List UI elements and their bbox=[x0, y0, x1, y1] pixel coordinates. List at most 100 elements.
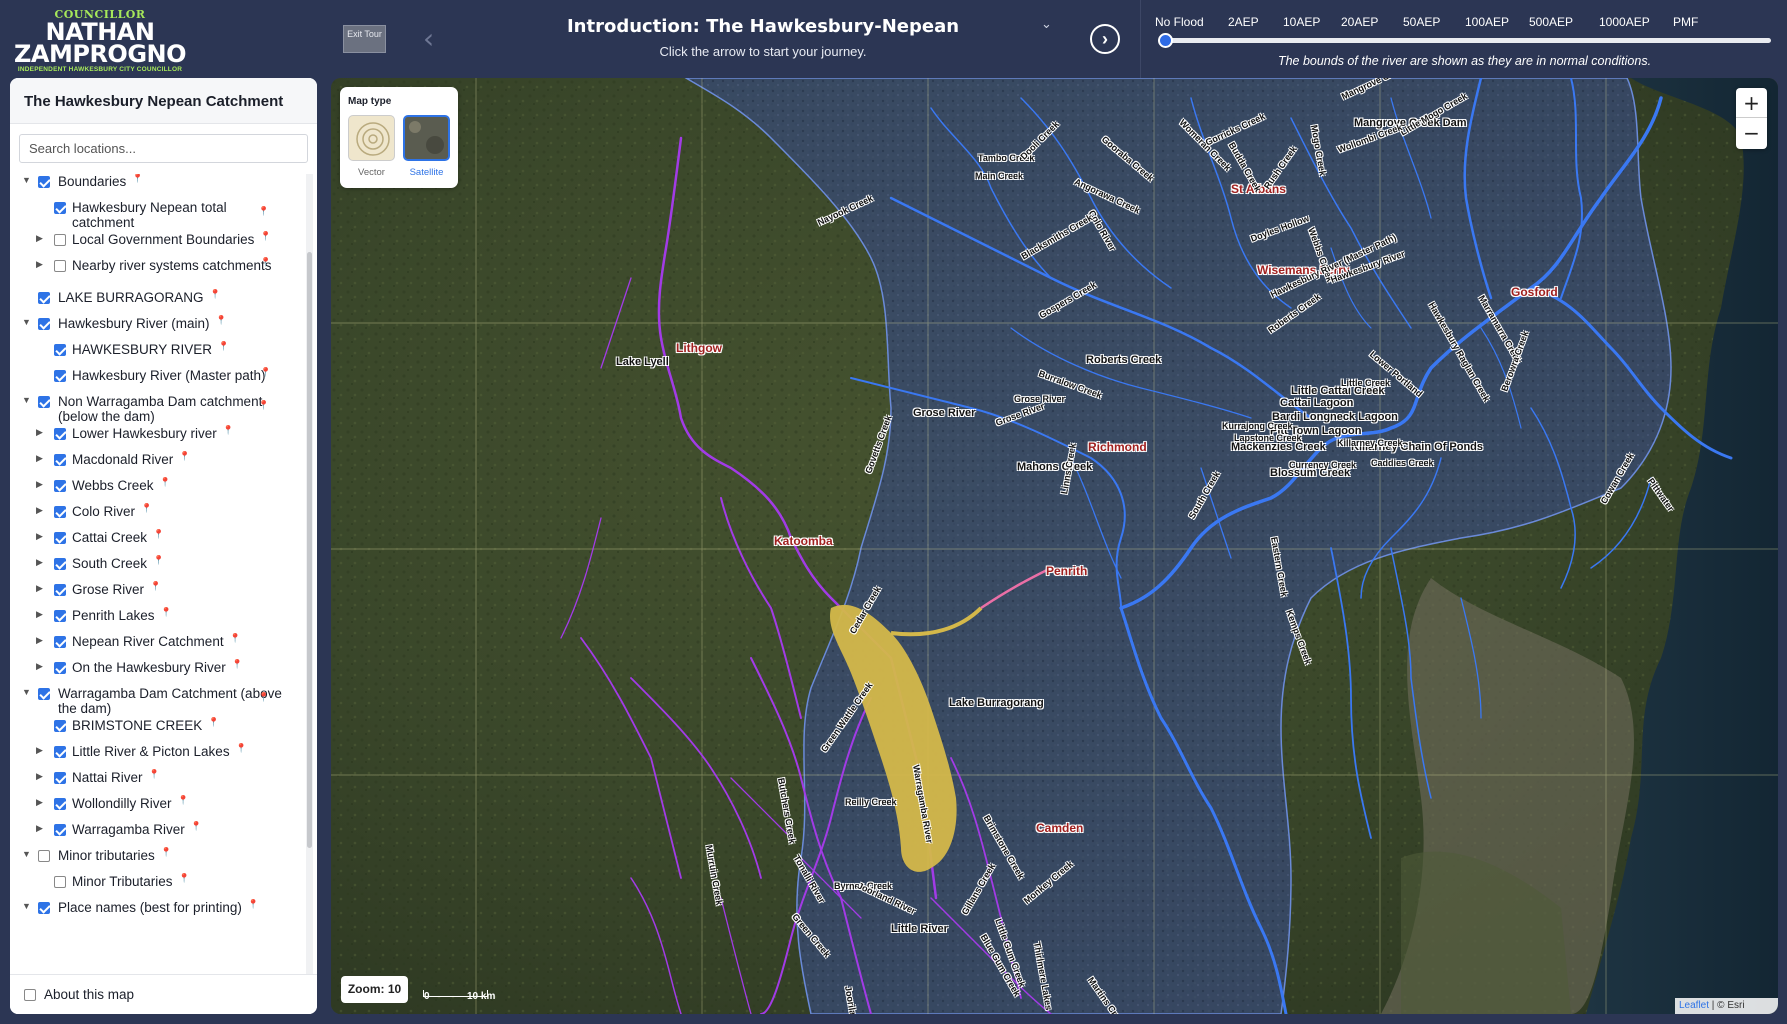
location-pin-icon[interactable]: 📍 bbox=[260, 367, 271, 378]
location-pin-icon[interactable]: 📍 bbox=[178, 795, 189, 806]
layer-checkbox[interactable] bbox=[54, 344, 66, 356]
location-pin-icon[interactable]: 📍 bbox=[258, 206, 269, 217]
zoom-in-button[interactable]: + bbox=[1736, 88, 1767, 118]
location-pin-icon[interactable]: 📍 bbox=[248, 899, 259, 910]
chevron-down-icon[interactable]: ⌄ bbox=[1041, 16, 1052, 32]
layer-checkbox[interactable] bbox=[54, 798, 66, 810]
flood-level-0[interactable]: No Flood bbox=[1155, 15, 1204, 29]
location-pin-icon[interactable]: 📍 bbox=[223, 425, 234, 436]
layer-checkbox[interactable] bbox=[38, 902, 50, 914]
sidebar-scrollbar-thumb[interactable] bbox=[307, 252, 312, 848]
search-input[interactable] bbox=[19, 134, 308, 163]
location-pin-icon[interactable]: 📍 bbox=[153, 555, 164, 566]
about-map-checkbox[interactable] bbox=[24, 989, 36, 1001]
layer-checkbox[interactable] bbox=[54, 636, 66, 648]
layer-checkbox[interactable] bbox=[54, 506, 66, 518]
flood-level-7[interactable]: 1000AEP bbox=[1599, 15, 1650, 29]
expand-right-icon[interactable]: ▶ bbox=[36, 635, 43, 646]
expand-down-icon[interactable]: ▼ bbox=[22, 317, 31, 327]
layer-checkbox[interactable] bbox=[54, 260, 66, 272]
flood-level-8[interactable]: PMF bbox=[1673, 15, 1698, 29]
flood-slider-thumb[interactable] bbox=[1158, 33, 1173, 48]
layer-checkbox[interactable] bbox=[38, 176, 50, 188]
layer-checkbox[interactable] bbox=[54, 234, 66, 246]
location-pin-icon[interactable]: 📍 bbox=[260, 231, 271, 242]
location-pin-icon[interactable]: 📍 bbox=[232, 659, 243, 670]
exit-tour-button[interactable]: Exit Tour bbox=[343, 25, 386, 53]
expand-right-icon[interactable]: ▶ bbox=[36, 259, 43, 270]
expand-down-icon[interactable]: ▼ bbox=[22, 687, 31, 697]
location-pin-icon[interactable]: 📍 bbox=[160, 477, 171, 488]
flood-level-2[interactable]: 10AEP bbox=[1283, 15, 1320, 29]
layer-checkbox[interactable] bbox=[54, 428, 66, 440]
layer-checkbox[interactable] bbox=[54, 558, 66, 570]
expand-right-icon[interactable]: ▶ bbox=[36, 797, 43, 808]
expand-right-icon[interactable]: ▶ bbox=[36, 557, 43, 568]
layer-checkbox[interactable] bbox=[38, 396, 50, 408]
location-pin-icon[interactable]: 📍 bbox=[208, 717, 219, 728]
vector-thumbnail[interactable] bbox=[348, 115, 395, 161]
flood-level-5[interactable]: 100AEP bbox=[1465, 15, 1509, 29]
expand-right-icon[interactable]: ▶ bbox=[36, 505, 43, 516]
expand-right-icon[interactable]: ▶ bbox=[36, 233, 43, 244]
expand-right-icon[interactable]: ▶ bbox=[36, 823, 43, 834]
location-pin-icon[interactable]: 📍 bbox=[258, 692, 269, 703]
location-pin-icon[interactable]: 📍 bbox=[161, 607, 172, 618]
location-pin-icon[interactable]: 📍 bbox=[210, 289, 221, 300]
zoom-out-button[interactable]: − bbox=[1736, 118, 1767, 148]
chevron-right-circle-icon[interactable]: › bbox=[1090, 24, 1120, 54]
expand-right-icon[interactable]: ▶ bbox=[36, 427, 43, 438]
location-pin-icon[interactable]: 📍 bbox=[230, 633, 241, 644]
satellite-thumbnail[interactable] bbox=[403, 115, 450, 161]
expand-down-icon[interactable]: ▼ bbox=[22, 175, 31, 185]
location-pin-icon[interactable]: 📍 bbox=[179, 451, 190, 462]
location-pin-icon[interactable]: 📍 bbox=[260, 257, 271, 268]
expand-right-icon[interactable]: ▶ bbox=[36, 745, 43, 756]
chevron-left-icon[interactable]: ‹ bbox=[423, 22, 434, 55]
location-pin-icon[interactable]: 📍 bbox=[153, 529, 164, 540]
expand-right-icon[interactable]: ▶ bbox=[36, 609, 43, 620]
location-pin-icon[interactable]: 📍 bbox=[179, 873, 190, 884]
flood-level-3[interactable]: 20AEP bbox=[1341, 15, 1378, 29]
location-pin-icon[interactable]: 📍 bbox=[216, 315, 227, 326]
expand-down-icon[interactable]: ▼ bbox=[22, 395, 31, 405]
expand-right-icon[interactable]: ▶ bbox=[36, 453, 43, 464]
layer-checkbox[interactable] bbox=[54, 772, 66, 784]
flood-level-1[interactable]: 2AEP bbox=[1228, 15, 1259, 29]
sidebar-scrollbar[interactable] bbox=[306, 174, 313, 974]
flood-slider-track[interactable] bbox=[1161, 38, 1771, 43]
layer-checkbox[interactable] bbox=[54, 202, 66, 214]
leaflet-link[interactable]: Leaflet bbox=[1679, 1000, 1709, 1011]
layer-checkbox[interactable] bbox=[54, 370, 66, 382]
location-pin-icon[interactable]: 📍 bbox=[191, 821, 202, 832]
layer-checkbox[interactable] bbox=[38, 688, 50, 700]
expand-right-icon[interactable]: ▶ bbox=[36, 661, 43, 672]
location-pin-icon[interactable]: 📍 bbox=[161, 847, 172, 858]
layer-checkbox[interactable] bbox=[38, 292, 50, 304]
location-pin-icon[interactable]: 📍 bbox=[149, 769, 160, 780]
layer-checkbox[interactable] bbox=[54, 480, 66, 492]
layer-checkbox[interactable] bbox=[54, 454, 66, 466]
location-pin-icon[interactable]: 📍 bbox=[236, 743, 247, 754]
layer-checkbox[interactable] bbox=[38, 850, 50, 862]
expand-right-icon[interactable]: ▶ bbox=[36, 583, 43, 594]
layer-checkbox[interactable] bbox=[54, 662, 66, 674]
location-pin-icon[interactable]: 📍 bbox=[132, 174, 143, 184]
flood-level-6[interactable]: 500AEP bbox=[1529, 15, 1573, 29]
layer-checkbox[interactable] bbox=[54, 610, 66, 622]
layer-checkbox[interactable] bbox=[54, 720, 66, 732]
expand-right-icon[interactable]: ▶ bbox=[36, 479, 43, 490]
expand-down-icon[interactable]: ▼ bbox=[22, 901, 31, 911]
location-pin-icon[interactable]: 📍 bbox=[141, 503, 152, 514]
flood-scale-slider[interactable]: No Flood 2AEP 10AEP 20AEP 50AEP 100AEP 500AEP 1… bbox=[1140, 0, 1787, 78]
location-pin-icon[interactable]: 📍 bbox=[150, 581, 161, 592]
flood-level-4[interactable]: 50AEP bbox=[1403, 15, 1440, 29]
about-map-row[interactable]: About this map bbox=[10, 974, 317, 1014]
expand-right-icon[interactable]: ▶ bbox=[36, 771, 43, 782]
expand-down-icon[interactable]: ▼ bbox=[22, 849, 31, 859]
location-pin-icon[interactable]: 📍 bbox=[258, 400, 269, 411]
layer-checkbox[interactable] bbox=[54, 824, 66, 836]
map-view[interactable]: Lithgow Katoomba Penrith Richmond Camden St A… bbox=[331, 78, 1778, 1014]
layer-checkbox[interactable] bbox=[54, 532, 66, 544]
expand-right-icon[interactable]: ▶ bbox=[36, 531, 43, 542]
